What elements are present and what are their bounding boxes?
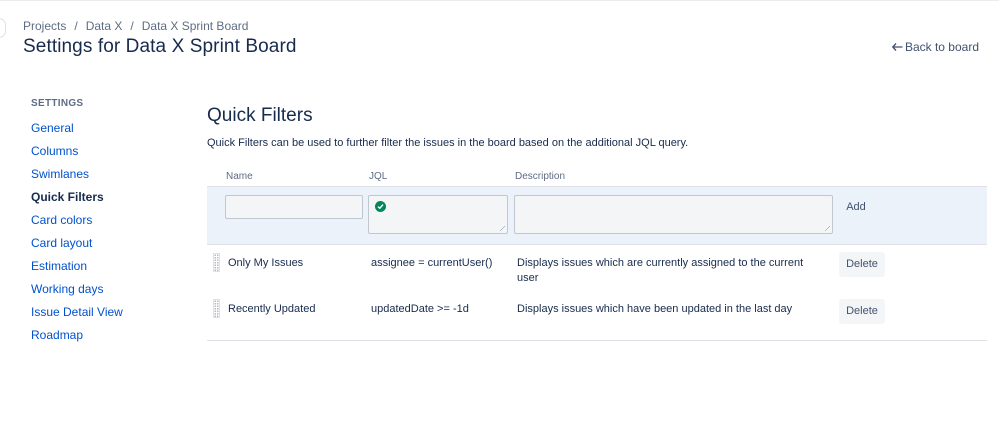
- sidebar-item-estimation[interactable]: Estimation: [31, 259, 181, 282]
- sidebar-collapse-handle[interactable]: [0, 18, 6, 38]
- back-to-board-label: Back to board: [904, 40, 979, 54]
- board-settings-page: Projects / Data X / Data X Sprint Board Sett…: [0, 0, 999, 445]
- resize-grip-icon[interactable]: [824, 225, 830, 231]
- filter-jql: assignee = currentUser(): [371, 257, 493, 269]
- filter-description-input[interactable]: [514, 195, 833, 234]
- filters-list: Only My Issues assignee = currentUser() …: [207, 245, 987, 340]
- breadcrumb-separator: /: [130, 19, 134, 33]
- table-bottom-divider: [207, 340, 987, 341]
- sidebar-item-columns[interactable]: Columns: [31, 144, 181, 167]
- sidebar-item-quick-filters[interactable]: Quick Filters: [31, 190, 181, 213]
- sidebar-item-working-days[interactable]: Working days: [31, 282, 181, 305]
- quick-filters-section: Quick Filters Quick Filters can be used …: [207, 104, 987, 341]
- filter-description: Displays issues which are currently assi…: [517, 257, 804, 284]
- section-description: Quick Filters can be used to further fil…: [207, 137, 689, 149]
- filter-description: Displays issues which have been updated …: [517, 303, 793, 315]
- filter-jql-input[interactable]: [368, 195, 508, 234]
- column-header-description: Description: [515, 171, 566, 182]
- sidebar-item-card-layout[interactable]: Card layout: [31, 236, 181, 259]
- filter-name: Only My Issues: [228, 257, 304, 269]
- breadcrumb: Projects / Data X / Data X Sprint Board: [23, 19, 248, 33]
- quick-filters-table: Name JQL Description Add Only My Issues …: [207, 168, 987, 341]
- delete-filter-button[interactable]: Delete: [839, 299, 885, 324]
- back-to-board-link[interactable]: Back to board: [891, 40, 979, 54]
- delete-filter-button[interactable]: Delete: [839, 252, 885, 277]
- add-filter-button[interactable]: Add: [838, 195, 874, 219]
- breadcrumb-project[interactable]: Data X: [86, 19, 123, 33]
- breadcrumb-board[interactable]: Data X Sprint Board: [142, 19, 249, 33]
- column-header-name: Name: [226, 171, 253, 182]
- jql-valid-check-icon: [375, 201, 386, 212]
- breadcrumb-separator: /: [74, 19, 78, 33]
- drag-handle-icon[interactable]: [213, 299, 220, 318]
- table-header: Name JQL Description: [207, 168, 987, 186]
- filter-name: Recently Updated: [228, 303, 316, 315]
- add-filter-row: Add: [207, 186, 987, 245]
- breadcrumb-projects[interactable]: Projects: [23, 19, 66, 33]
- sidebar-item-roadmap[interactable]: Roadmap: [31, 328, 181, 351]
- page-title: Settings for Data X Sprint Board: [23, 36, 297, 57]
- sidebar-heading: SETTINGS: [31, 98, 84, 109]
- sidebar-item-issue-detail-view[interactable]: Issue Detail View: [31, 305, 181, 328]
- resize-grip-icon[interactable]: [499, 225, 505, 231]
- column-header-jql: JQL: [369, 171, 388, 182]
- sidebar-item-swimlanes[interactable]: Swimlanes: [31, 167, 181, 190]
- back-arrow-icon: [891, 40, 903, 54]
- settings-sidebar: SETTINGS General Columns Swimlanes Quick…: [31, 98, 181, 351]
- sidebar-item-card-colors[interactable]: Card colors: [31, 213, 181, 236]
- top-divider: [0, 0, 999, 1]
- filter-name-input[interactable]: [225, 195, 363, 219]
- section-title: Quick Filters: [207, 105, 313, 126]
- sidebar-item-general[interactable]: General: [31, 121, 181, 144]
- table-row: Recently Updated updatedDate >= -1d Disp…: [207, 294, 987, 340]
- drag-handle-icon[interactable]: [213, 253, 220, 272]
- table-row: Only My Issues assignee = currentUser() …: [207, 245, 987, 294]
- filter-jql: updatedDate >= -1d: [371, 303, 469, 315]
